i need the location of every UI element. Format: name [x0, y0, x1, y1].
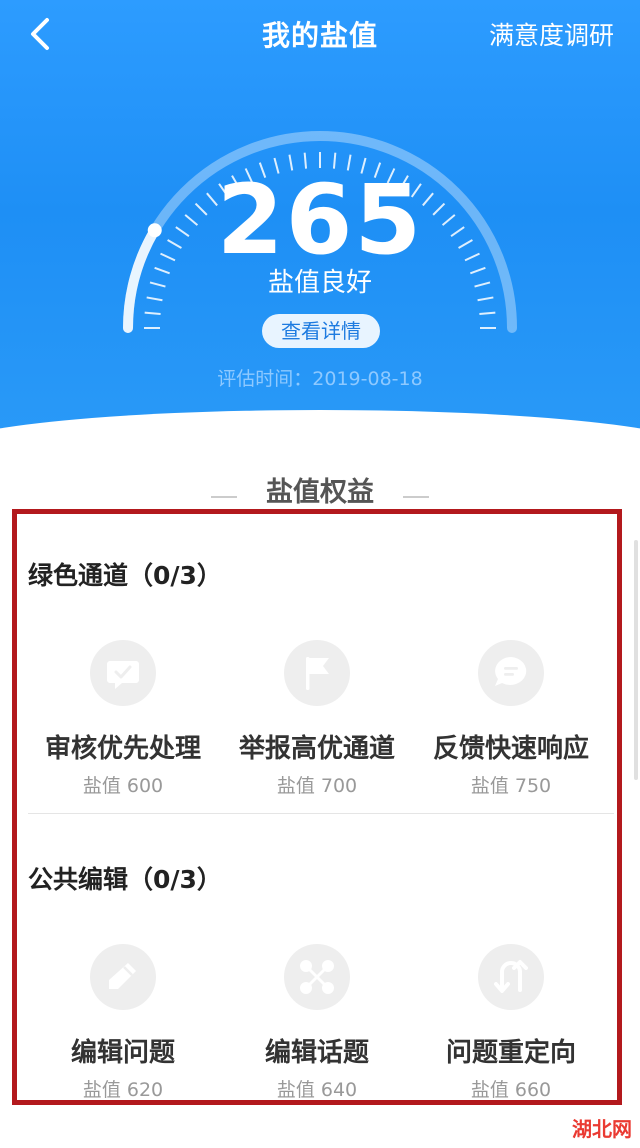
benefit-feedback-response[interactable]: 反馈快速响应 盐值 750: [414, 640, 608, 798]
group-title-green-channel: 绿色通道（0/3）: [28, 561, 222, 590]
benefit-review-priority[interactable]: 审核优先处理 盐值 600: [26, 640, 220, 798]
benefit-value: 盐值 750: [470, 775, 552, 797]
gauge-tick: [479, 311, 496, 316]
view-details-button[interactable]: 查看详情: [262, 314, 380, 348]
section-title: 盐值权益: [266, 477, 374, 508]
scrollbar[interactable]: [634, 540, 638, 780]
evaluation-time: 评估时间：2019-08-18: [217, 368, 423, 390]
redirect-arrows-icon: [478, 944, 544, 1010]
flag-icon: [284, 640, 350, 706]
benefit-value: 盐值 660: [470, 1079, 552, 1101]
title-dash-right: [403, 495, 430, 498]
benefit-name: 编辑话题: [264, 1038, 369, 1068]
check-message-icon: [90, 640, 156, 706]
benefit-name: 编辑问题: [70, 1038, 175, 1068]
hero-curve-divider: [0, 410, 640, 470]
benefit-value: 盐值 640: [276, 1079, 358, 1101]
group-title-public-edit: 公共编辑（0/3）: [28, 865, 222, 894]
chat-bubble-icon: [478, 640, 544, 706]
benefit-name: 问题重定向: [445, 1038, 576, 1068]
benefit-name: 反馈快速响应: [432, 734, 589, 764]
benefit-value: 盐值 620: [82, 1079, 164, 1101]
title-dash-left: [210, 495, 237, 498]
watermark-logo: 湖北网: [572, 1117, 632, 1141]
benefit-value: 盐值 600: [82, 775, 164, 797]
benefit-value: 盐值 700: [276, 775, 358, 797]
pencil-icon: [90, 944, 156, 1010]
benefit-edit-question[interactable]: 编辑问题 盐值 620: [26, 944, 220, 1102]
survey-link[interactable]: 满意度调研: [489, 16, 614, 52]
group-divider: [28, 813, 614, 814]
benefit-name: 审核优先处理: [44, 734, 201, 764]
rights-section-header: 盐值权益: [0, 470, 640, 509]
benefit-report-priority[interactable]: 举报高优通道 盐值 700: [220, 640, 414, 798]
salt-score: 265: [216, 164, 424, 276]
benefit-name: 举报高优通道: [238, 734, 395, 764]
benefit-edit-topic[interactable]: 编辑话题 盐值 640: [220, 944, 414, 1102]
score-grade: 盐值良好: [267, 268, 372, 298]
topic-network-icon: [284, 944, 350, 1010]
score-hero: 我的盐值 满意度调研 265 盐值良好 查看详情 评估时间：2019-08-18: [0, 0, 640, 470]
benefit-redirect-question[interactable]: 问题重定向 盐值 660: [414, 944, 608, 1102]
gauge-tick: [144, 311, 161, 316]
